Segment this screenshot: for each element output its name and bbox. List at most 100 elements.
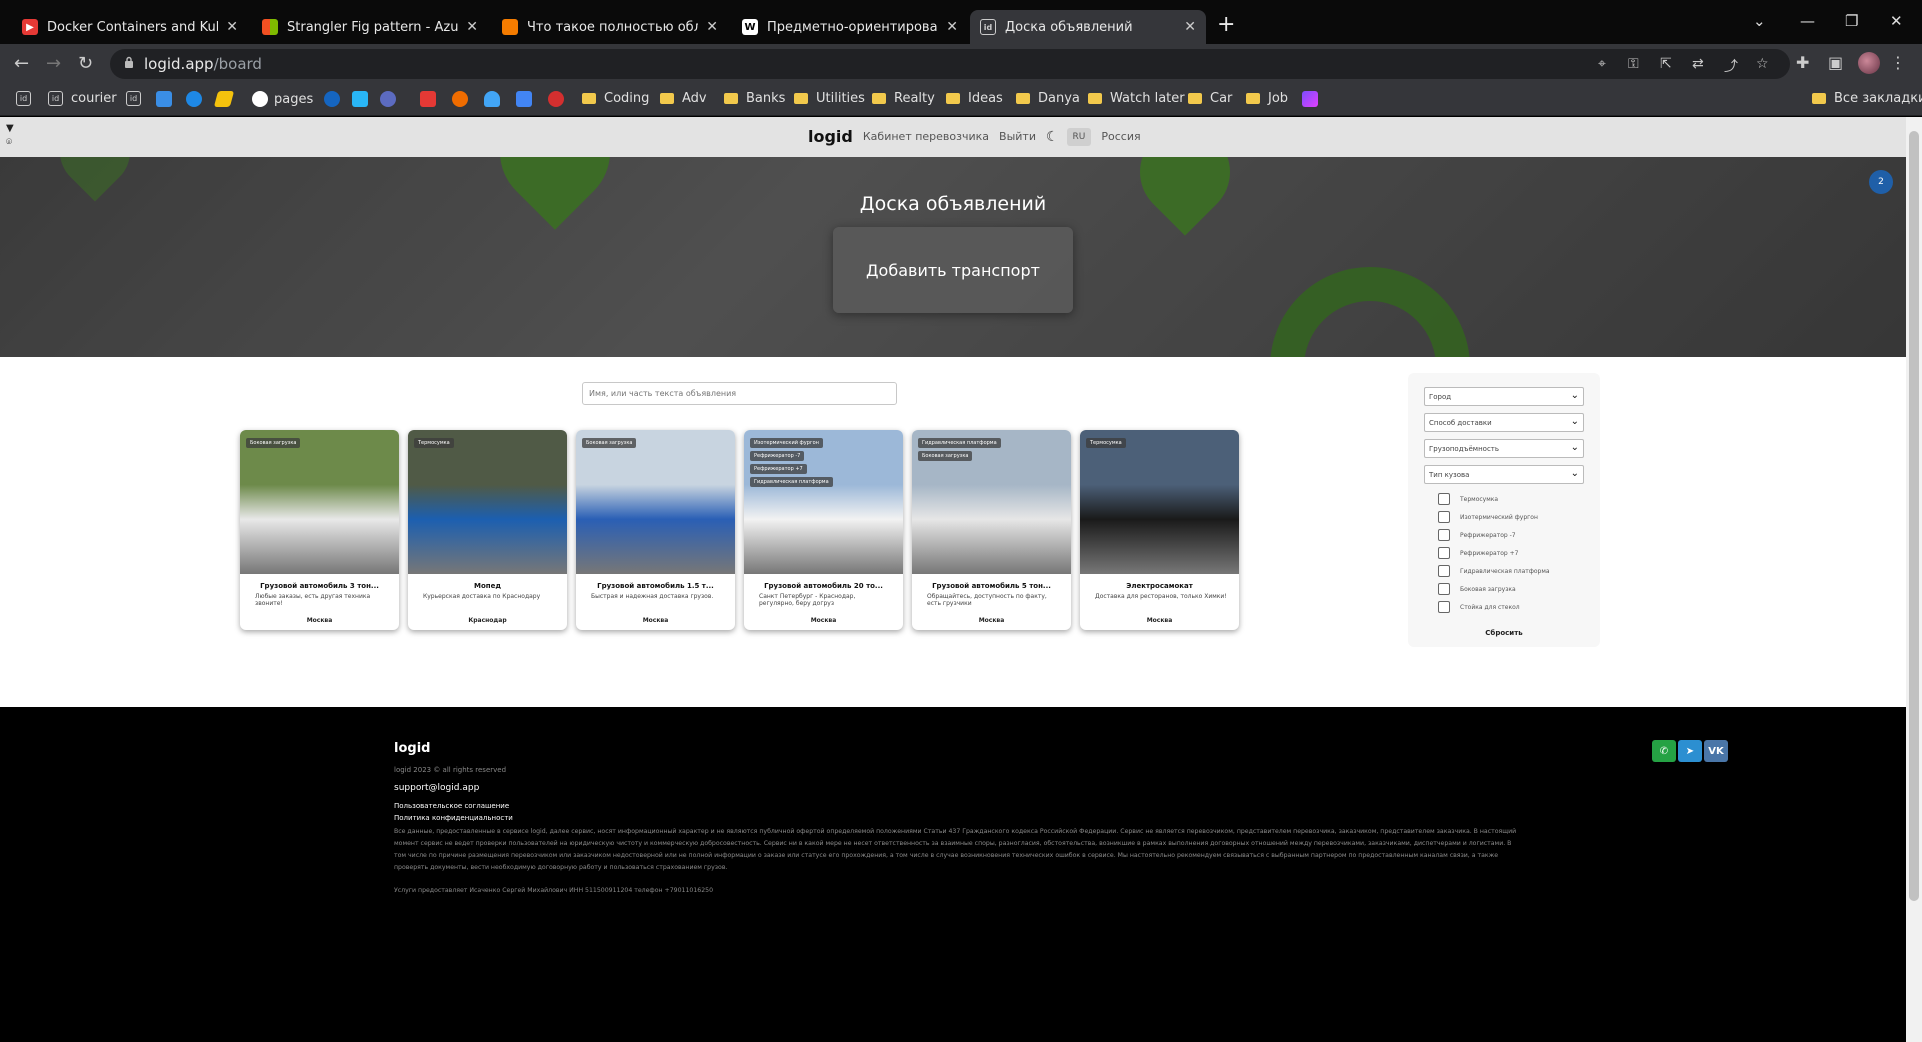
bookmark-folder-ideas[interactable]: Ideas — [946, 91, 1003, 106]
checkbox[interactable] — [1438, 565, 1450, 577]
new-tab-button[interactable]: + — [1217, 12, 1235, 37]
language-switch[interactable]: RU — [1066, 127, 1092, 146]
listing-card[interactable]: Боковая загрузка Грузовой автомобиль 3 то… — [240, 430, 399, 630]
filter-checkbox-row[interactable]: Гидравлическая платформа — [1438, 565, 1550, 577]
filter-checkbox-row[interactable]: Термосумка — [1438, 493, 1498, 505]
bookmark-folder-job[interactable]: Job — [1246, 91, 1288, 106]
bookmark-item[interactable] — [1302, 91, 1324, 107]
bookmark-folder-danya[interactable]: Danya — [1016, 91, 1080, 106]
filter-checkbox-row[interactable]: Боковая загрузка — [1438, 583, 1516, 595]
tab-search-icon[interactable]: ⌄ — [1753, 12, 1766, 30]
reset-filters-button[interactable]: Сбросить — [1408, 629, 1600, 637]
listing-title[interactable]: Грузовой автомобиль 5 тон... — [916, 582, 1067, 590]
bookmark-item[interactable] — [186, 91, 208, 107]
bookmark-item[interactable] — [324, 91, 346, 107]
bookmark-item[interactable] — [452, 91, 474, 107]
listing-title[interactable]: Мопед — [412, 582, 563, 590]
whatsapp-icon[interactable]: ✆ — [1652, 740, 1676, 762]
telegram-icon[interactable]: ➤ — [1678, 740, 1702, 762]
listing-photo[interactable]: Изотермический фургон Рефрижератор -7 Рефр… — [744, 430, 903, 574]
notification-badge[interactable]: 2 — [1869, 170, 1893, 194]
privacy-policy-link[interactable]: Политика конфиденциальности — [394, 814, 513, 822]
key-icon[interactable]: ⚿ — [1628, 56, 1639, 72]
bookmark-folder-car[interactable]: Car — [1188, 91, 1232, 106]
address-bar[interactable]: logid.app/board ⌖ ⚿ ⇱ ⇄ ⤴ ☆ — [110, 49, 1790, 79]
bookmark-item[interactable] — [484, 91, 506, 107]
filter-checkbox-row[interactable]: Изотермический фургон — [1438, 511, 1538, 523]
support-email-link[interactable]: support@logid.app — [394, 783, 479, 793]
bookmark-item[interactable] — [420, 91, 442, 107]
listing-title[interactable]: Грузовой автомобиль 20 то... — [748, 582, 899, 590]
checkbox[interactable] — [1438, 511, 1450, 523]
listing-photo[interactable]: Боковая загрузка — [240, 430, 399, 574]
menu-icon[interactable]: ⋮ — [1890, 53, 1906, 72]
scrollbar-thumb[interactable] — [1909, 131, 1919, 901]
close-tab-icon[interactable]: ✕ — [706, 19, 718, 35]
checkbox[interactable] — [1438, 547, 1450, 559]
bookmark-item[interactable]: pages — [252, 91, 313, 107]
filter-checkbox-row[interactable]: Рефрижератор +7 — [1438, 547, 1518, 559]
page-scrollbar[interactable] — [1906, 117, 1922, 1042]
region-selector[interactable]: Россия — [1101, 130, 1140, 143]
checkbox[interactable] — [1438, 601, 1450, 613]
bookmark-folder-coding[interactable]: Coding — [582, 91, 649, 106]
minimize-icon[interactable]: — — [1800, 12, 1815, 30]
close-tab-icon[interactable]: ✕ — [226, 19, 238, 35]
listing-photo[interactable]: Боковая загрузка — [576, 430, 735, 574]
open-in-app-icon[interactable]: ⇱ — [1660, 56, 1672, 72]
side-panel-icon[interactable]: ▣ — [1828, 53, 1843, 72]
close-tab-icon[interactable]: ✕ — [466, 19, 478, 35]
listing-title[interactable]: Грузовой автомобиль 3 тон... — [244, 582, 395, 590]
add-transport-button[interactable]: Добавить транспорт — [833, 227, 1073, 313]
bookmark-item[interactable] — [213, 91, 238, 107]
share-icon[interactable]: ⤴ — [1724, 56, 1738, 76]
filter-checkbox-row[interactable]: Рефрижератор -7 — [1438, 529, 1516, 541]
logout-link[interactable]: Выйти — [999, 130, 1036, 143]
listing-card[interactable]: Гидравлическая платформа Боковая загрузка… — [912, 430, 1071, 630]
listing-photo[interactable]: Гидравлическая платформа Боковая загрузка — [912, 430, 1071, 574]
listing-title[interactable]: Электросамокат — [1084, 582, 1235, 590]
user-agreement-link[interactable]: Пользовательское соглашение — [394, 802, 509, 810]
bookmark-item[interactable] — [352, 91, 374, 107]
bookmark-item[interactable]: id — [16, 91, 39, 106]
browser-tab[interactable]: ▶ Docker Containers and Kuberne ✕ — [12, 10, 248, 44]
restore-icon[interactable]: ❐ — [1845, 12, 1858, 30]
bookmark-folder-watch-later[interactable]: Watch later — [1088, 91, 1185, 106]
search-input[interactable] — [582, 382, 897, 405]
checkbox[interactable] — [1438, 583, 1450, 595]
footer-logo[interactable]: logid — [394, 741, 430, 756]
body-type-select[interactable]: Тип кузова ⌄ — [1424, 465, 1584, 484]
listing-photo[interactable]: Термосумка — [408, 430, 567, 574]
checkbox[interactable] — [1438, 493, 1450, 505]
capacity-select[interactable]: Грузоподъёмность ⌄ — [1424, 439, 1584, 458]
bookmark-folder-utilities[interactable]: Utilities — [794, 91, 865, 106]
bookmark-item[interactable] — [548, 91, 570, 107]
filter-checkbox-row[interactable]: Стойка для стекол — [1438, 601, 1520, 613]
bookmark-item[interactable] — [156, 91, 178, 107]
location-pin-icon[interactable]: ⌾ — [6, 136, 14, 150]
bookmark-star-icon[interactable]: ☆ — [1756, 56, 1769, 72]
bookmark-item[interactable]: id — [126, 91, 149, 106]
listing-card[interactable]: Изотермический фургон Рефрижератор -7 Рефр… — [744, 430, 903, 630]
browser-tab[interactable]: Что такое полностью облачна ✕ — [492, 10, 728, 44]
reload-icon[interactable]: ↻ — [78, 53, 93, 74]
bookmark-folder-realty[interactable]: Realty — [872, 91, 935, 106]
forward-icon[interactable]: → — [46, 53, 61, 74]
vk-icon[interactable]: VK — [1704, 740, 1728, 762]
close-tab-icon[interactable]: ✕ — [1184, 19, 1196, 35]
dark-mode-icon[interactable]: ☾ — [1046, 129, 1059, 145]
close-tab-icon[interactable]: ✕ — [946, 19, 958, 35]
bookmark-item[interactable] — [516, 91, 538, 107]
bookmark-item[interactable] — [380, 91, 402, 107]
wifi-icon[interactable]: ▼ — [6, 122, 14, 136]
translate-icon[interactable]: ⇄ — [1692, 56, 1704, 72]
bookmark-item[interactable]: id courier — [48, 91, 117, 106]
close-window-icon[interactable]: ✕ — [1890, 12, 1903, 30]
listing-card[interactable]: Боковая загрузка Грузовой автомобиль 1.5 … — [576, 430, 735, 630]
all-bookmarks-folder[interactable]: Все закладки — [1812, 91, 1922, 106]
browser-tab-active[interactable]: id Доска объявлений ✕ — [970, 10, 1206, 44]
listing-card[interactable]: Термосумка Электросамокат Доставка для рес… — [1080, 430, 1239, 630]
city-select[interactable]: Город ⌄ — [1424, 387, 1584, 406]
back-icon[interactable]: ← — [14, 53, 29, 74]
bookmark-folder-banks[interactable]: Banks — [724, 91, 785, 106]
